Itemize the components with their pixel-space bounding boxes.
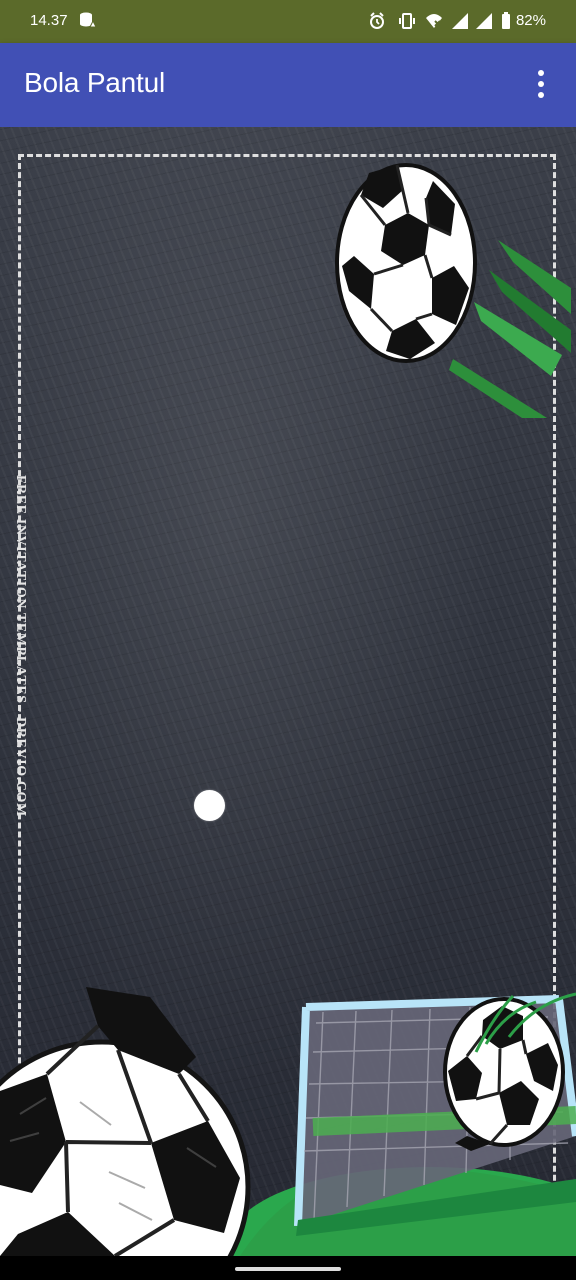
alarm-icon [370, 12, 384, 29]
template-watermark: FREE INVITATION TEMPLATES - DREVIO.COM [13, 475, 28, 817]
overflow-menu-icon [538, 70, 544, 76]
top-soccer-ball-decoration [335, 163, 571, 418]
battery-icon [502, 12, 510, 29]
signal-1-icon [452, 13, 468, 29]
vibrate-icon [399, 13, 415, 29]
game-ball[interactable] [194, 790, 225, 821]
bottom-soccer-goal-decoration [0, 987, 576, 1256]
wifi-icon [426, 14, 442, 28]
status-bar: 14.37 82% [0, 0, 576, 43]
home-gesture-handle[interactable] [235, 1267, 341, 1271]
game-playfield[interactable]: FREE INVITATION TEMPLATES - DREVIO.COM [0, 127, 576, 1256]
android-navigation-bar [0, 1256, 576, 1280]
page-title: Bola Pantul [24, 67, 166, 98]
database-warning-icon [80, 12, 97, 28]
overflow-menu-icon [538, 81, 544, 87]
battery-percentage: 82% [515, 12, 546, 29]
overflow-menu-button[interactable] [524, 64, 558, 104]
signal-2-icon [476, 13, 492, 29]
large-soccer-ball-icon [0, 987, 251, 1256]
overflow-menu-icon [538, 92, 544, 98]
status-time: 14.37 [30, 12, 68, 29]
app-bar: Bola Pantul [0, 43, 576, 127]
